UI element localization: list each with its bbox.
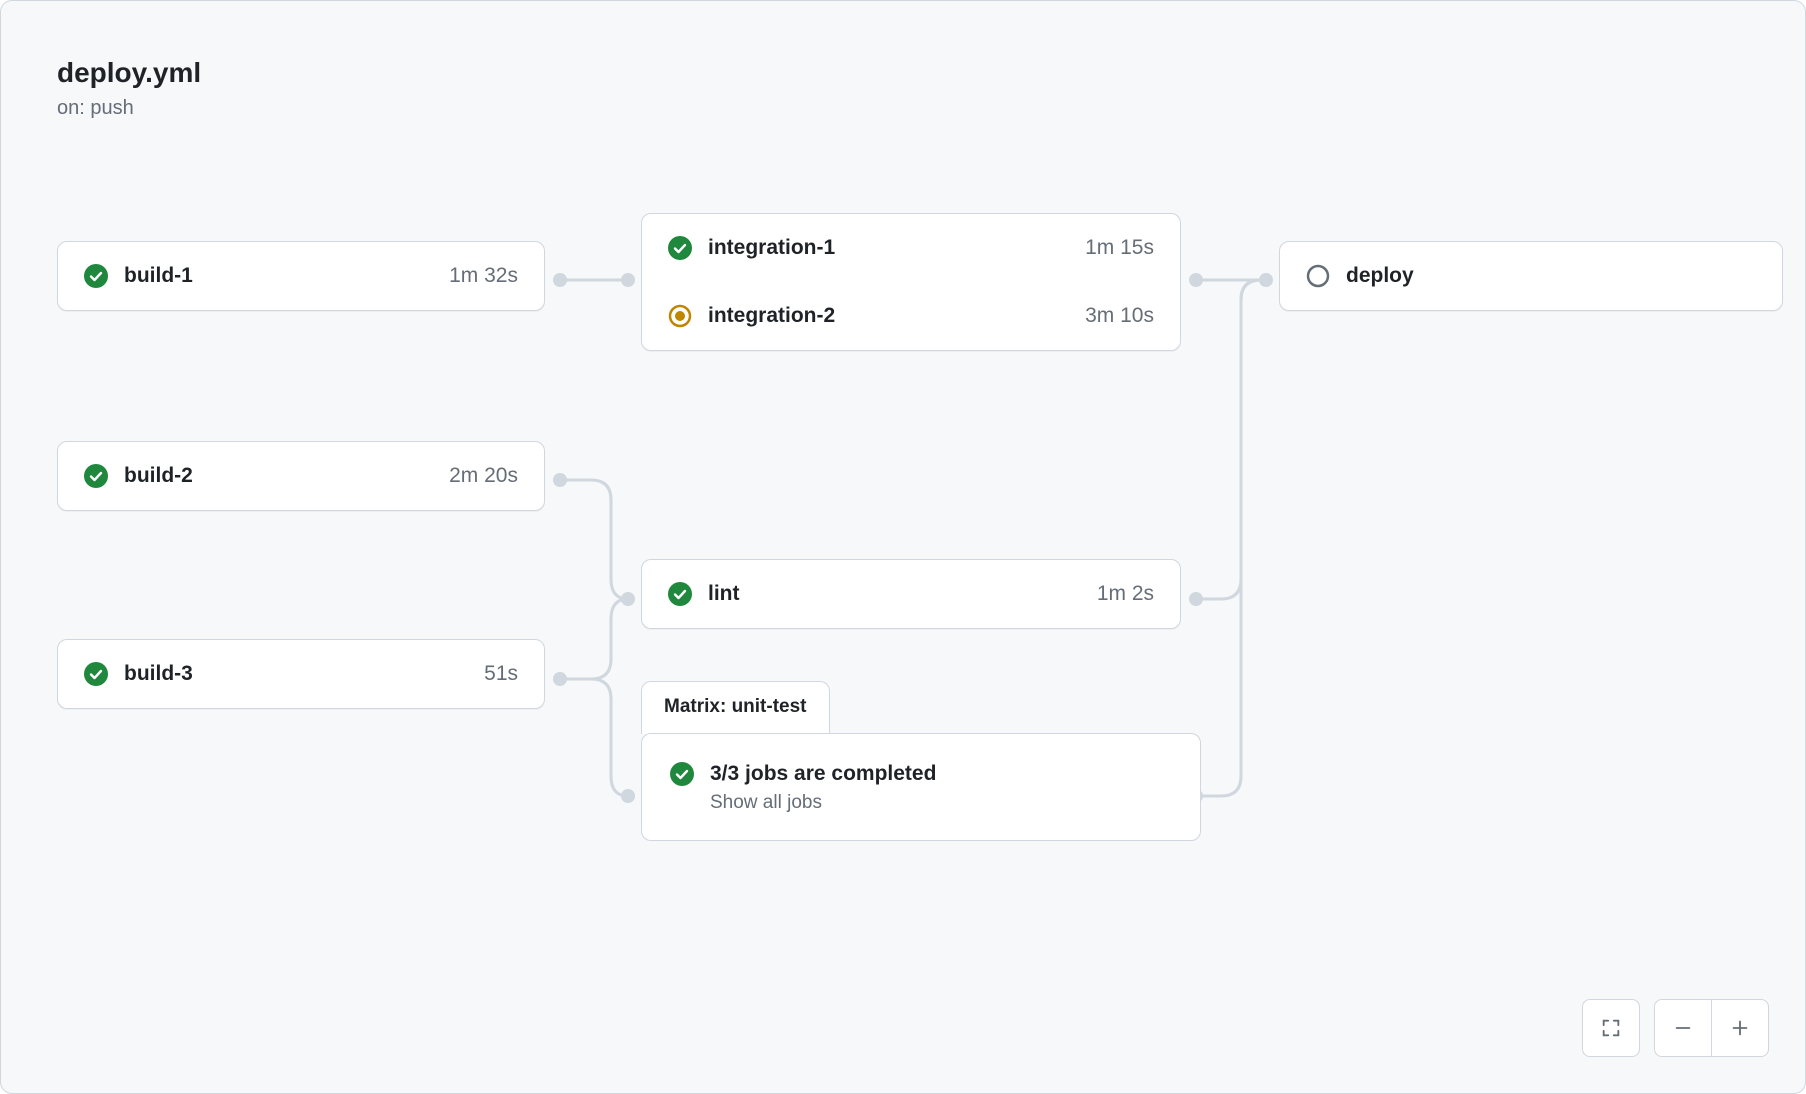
success-icon [84, 662, 108, 686]
job-card-build-1[interactable]: build-1 1m 32s [57, 241, 545, 311]
fullscreen-button[interactable] [1582, 999, 1640, 1057]
job-row-integration-2[interactable]: integration-2 3m 10s [642, 282, 1180, 350]
matrix-tab[interactable]: Matrix: unit-test [641, 681, 830, 734]
running-icon [668, 304, 692, 328]
zoom-in-button[interactable] [1711, 999, 1769, 1057]
success-icon [668, 236, 692, 260]
job-row-integration-1[interactable]: integration-1 1m 15s [642, 214, 1180, 282]
job-name: lint [708, 582, 740, 606]
success-icon [84, 264, 108, 288]
job-row[interactable]: build-2 2m 20s [58, 442, 544, 510]
success-icon [668, 582, 692, 606]
workflow-trigger: on: push [57, 97, 201, 120]
job-duration: 2m 20s [449, 464, 518, 488]
job-duration: 51s [484, 662, 518, 686]
job-name: integration-1 [708, 236, 835, 260]
workflow-header: deploy.yml on: push [57, 57, 201, 120]
job-duration: 1m 32s [449, 264, 518, 288]
matrix-tab-label: Matrix: unit-test [664, 696, 807, 717]
workflow-graph-canvas: deploy.yml on: push [0, 0, 1806, 1094]
job-name: build-3 [124, 662, 193, 686]
job-duration: 1m 15s [1085, 236, 1154, 260]
job-group-integration: integration-1 1m 15s integration-2 3m 10… [641, 213, 1181, 351]
viewport-controls [1582, 999, 1769, 1057]
job-card-build-2[interactable]: build-2 2m 20s [57, 441, 545, 511]
job-name: integration-2 [708, 304, 835, 328]
job-name: build-2 [124, 464, 193, 488]
graph-edges [1, 1, 1806, 1094]
job-card-deploy[interactable]: deploy [1279, 241, 1783, 311]
job-name: build-1 [124, 264, 193, 288]
success-icon [670, 762, 694, 786]
minus-icon [1672, 1017, 1694, 1039]
job-card-lint[interactable]: lint 1m 2s [641, 559, 1181, 629]
fullscreen-icon [1600, 1017, 1622, 1039]
job-name: deploy [1346, 264, 1414, 288]
job-row[interactable]: deploy [1280, 242, 1782, 310]
matrix-card[interactable]: 3/3 jobs are completed Show all jobs [641, 733, 1201, 841]
matrix-summary: 3/3 jobs are completed [710, 762, 936, 786]
workflow-file-name: deploy.yml [57, 57, 201, 89]
pending-icon [1306, 264, 1330, 288]
job-duration: 1m 2s [1097, 582, 1154, 606]
job-card-build-3[interactable]: build-3 51s [57, 639, 545, 709]
job-row[interactable]: build-1 1m 32s [58, 242, 544, 310]
success-icon [84, 464, 108, 488]
job-duration: 3m 10s [1085, 304, 1154, 328]
matrix-show-all-link[interactable]: Show all jobs [710, 792, 1172, 814]
zoom-out-button[interactable] [1654, 999, 1711, 1057]
plus-icon [1729, 1017, 1751, 1039]
job-row[interactable]: build-3 51s [58, 640, 544, 708]
job-row[interactable]: lint 1m 2s [642, 560, 1180, 628]
